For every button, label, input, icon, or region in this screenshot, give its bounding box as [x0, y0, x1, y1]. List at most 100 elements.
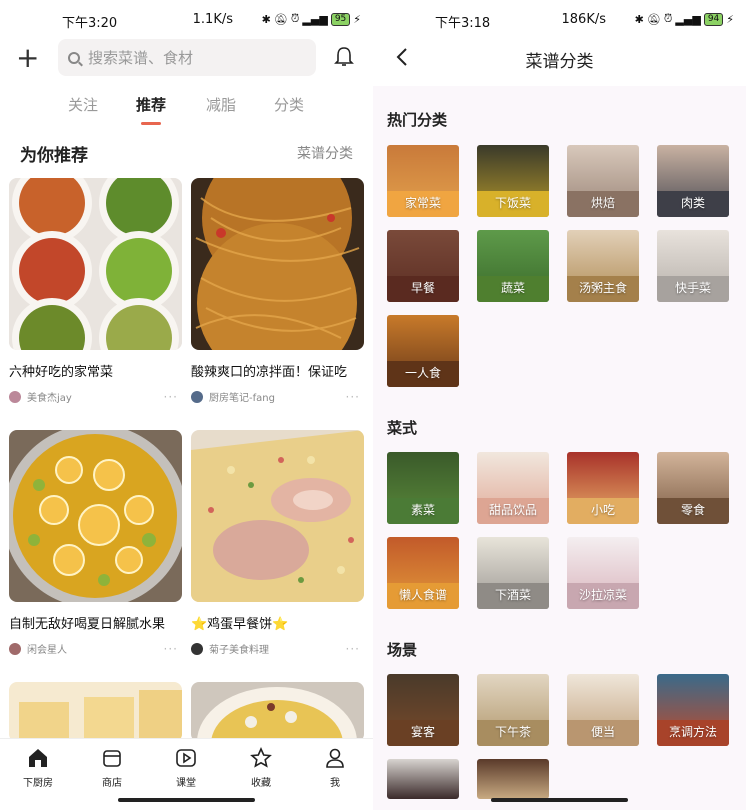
- recipe-image: [9, 682, 182, 742]
- nav-class[interactable]: 课堂: [156, 747, 216, 789]
- category-tile[interactable]: 蔬菜: [477, 230, 549, 302]
- category-label: 烹调方法: [668, 725, 717, 739]
- group-title-dish: 菜式: [387, 419, 418, 437]
- bluetooth-icon: ✱: [261, 12, 271, 26]
- group-title-hot: 热门分类: [387, 111, 448, 129]
- recipe-meta: 菊子美食料理 ···: [191, 641, 364, 656]
- status-bar: 下午3:20 1.1K/s ✱ 🔕︎ ⏰︎ ▂▄▆ 95 ⚡: [0, 0, 373, 40]
- recipe-image: [9, 178, 182, 350]
- more-icon[interactable]: ···: [346, 390, 360, 404]
- nav-home[interactable]: 下厨房: [8, 747, 68, 789]
- avatar: [191, 390, 203, 403]
- category-tile[interactable]: [387, 759, 459, 799]
- avatar: [9, 642, 21, 655]
- recipe-card[interactable]: 自制无敌好喝夏日解腻水果 闲会星人 ···: [9, 430, 182, 656]
- category-label: 蔬菜: [500, 281, 525, 295]
- category-tile[interactable]: 素菜: [387, 452, 459, 524]
- recipe-card[interactable]: [9, 682, 182, 742]
- bell-icon[interactable]: [334, 46, 354, 68]
- status-time: 下午3:18: [435, 16, 491, 31]
- profile-icon: [326, 748, 344, 768]
- nav-label: 下厨房: [23, 778, 53, 789]
- category-tile[interactable]: 早餐: [387, 230, 459, 302]
- category-tile[interactable]: 烹调方法: [657, 674, 729, 746]
- gesture-bar: [491, 798, 628, 802]
- nav-shop[interactable]: 商店: [82, 747, 142, 789]
- add-button[interactable]: +: [16, 44, 40, 72]
- category-tile[interactable]: 肉类: [657, 145, 729, 217]
- recipe-card[interactable]: 酸辣爽口的凉拌面！保证吃 厨房笔记-fang ···: [191, 178, 364, 404]
- shop-icon: [103, 750, 121, 767]
- category-tile[interactable]: 一人食: [387, 315, 459, 387]
- category-tile[interactable]: 懒人食谱: [387, 537, 459, 609]
- category-tile[interactable]: 下饭菜: [477, 145, 549, 217]
- recipe-title: 自制无敌好喝夏日解腻水果: [9, 617, 166, 632]
- category-tile[interactable]: 烘焙: [567, 145, 639, 217]
- alarm-icon: ⏰︎: [290, 12, 300, 25]
- category-tile[interactable]: 宴客: [387, 674, 459, 746]
- nav-label: 商店: [102, 778, 122, 789]
- battery-icon: 94: [703, 12, 724, 26]
- tab-follow[interactable]: 关注: [68, 94, 98, 115]
- recipe-image: [191, 430, 364, 602]
- category-tile[interactable]: 汤粥主食: [567, 230, 639, 302]
- category-tile[interactable]: 零食: [657, 452, 729, 524]
- signal-icon: ▂▄▆: [675, 12, 701, 26]
- category-tile[interactable]: [477, 759, 549, 799]
- category-screen: 下午3:18 186K/s ✱ 🔕︎ ⏰︎ ▂▄▆ 94 ⚡ 菜谱分类 热门分类…: [373, 0, 746, 810]
- group-title-scene: 场景: [387, 641, 418, 659]
- search-input[interactable]: 搜索菜谱、食材: [58, 39, 316, 76]
- more-icon[interactable]: ···: [346, 642, 360, 656]
- home-screen: 下午3:20 1.1K/s ✱ 🔕︎ ⏰︎ ▂▄▆ 95 ⚡ + 搜索菜谱、食材…: [0, 0, 373, 810]
- status-bar: 下午3:18 186K/s ✱ 🔕︎ ⏰︎ ▂▄▆ 94 ⚡: [373, 0, 746, 40]
- search-icon: [68, 51, 80, 64]
- category-label: 素菜: [410, 503, 435, 517]
- category-tile[interactable]: 家常菜: [387, 145, 459, 217]
- recipe-image: [191, 178, 364, 350]
- author-name: 厨房笔记-fang: [209, 393, 275, 404]
- category-tile[interactable]: 小吃: [567, 452, 639, 524]
- category-tile[interactable]: 下酒菜: [477, 537, 549, 609]
- author-name: 闲会星人: [27, 645, 67, 656]
- signal-icon: ▂▄▆: [302, 12, 328, 26]
- recipe-category-link[interactable]: 菜谱分类: [297, 143, 353, 163]
- recipe-card[interactable]: [191, 682, 364, 742]
- charging-icon: ⚡: [726, 12, 734, 26]
- status-icons: ✱ 🔕︎ ⏰︎ ▂▄▆ 94 ⚡: [635, 12, 734, 26]
- avatar: [191, 642, 203, 655]
- tab-diet[interactable]: 减脂: [206, 94, 236, 115]
- recipe-title: 酸辣爽口的凉拌面！保证吃: [191, 365, 348, 380]
- category-label: 汤粥主食: [578, 281, 627, 295]
- mute-icon: 🔕︎: [646, 12, 661, 26]
- recipe-image: [191, 682, 364, 742]
- charging-icon: ⚡: [353, 12, 361, 26]
- battery-icon: 95: [330, 12, 351, 26]
- category-tile[interactable]: 快手菜: [657, 230, 729, 302]
- recipe-card[interactable]: ⭐鸡蛋早餐饼⭐ 菊子美食料理 ···: [191, 430, 364, 656]
- page-title: 菜谱分类: [525, 52, 594, 72]
- category-label: 早餐: [410, 281, 435, 295]
- tab-category[interactable]: 分类: [274, 94, 304, 115]
- tab-indicator: [141, 122, 161, 125]
- category-tile[interactable]: 沙拉凉菜: [567, 537, 639, 609]
- status-net-speed: 186K/s: [561, 12, 607, 27]
- category-tile[interactable]: 下午茶: [477, 674, 549, 746]
- category-tile[interactable]: 甜品饮品: [477, 452, 549, 524]
- category-label: 小吃: [590, 503, 615, 517]
- nav-favorites[interactable]: 收藏: [231, 747, 291, 789]
- more-icon[interactable]: ···: [164, 642, 178, 656]
- category-tile[interactable]: 便当: [567, 674, 639, 746]
- status-time: 下午3:20: [62, 16, 118, 31]
- recipe-title: ⭐鸡蛋早餐饼⭐: [191, 617, 289, 632]
- author-name: 美食杰jay: [27, 393, 72, 404]
- category-label: 下午茶: [494, 725, 531, 739]
- category-label: 肉类: [680, 196, 705, 210]
- category-label: 家常菜: [404, 196, 441, 210]
- recipe-card[interactable]: 六种好吃的家常菜 美食杰jay ···: [9, 178, 182, 404]
- more-icon[interactable]: ···: [164, 390, 178, 404]
- tab-recommend[interactable]: 推荐: [136, 94, 166, 115]
- nav-me[interactable]: 我: [305, 747, 365, 789]
- category-label: 零食: [680, 503, 705, 517]
- author-name: 菊子美食料理: [209, 645, 269, 656]
- bluetooth-icon: ✱: [634, 12, 644, 26]
